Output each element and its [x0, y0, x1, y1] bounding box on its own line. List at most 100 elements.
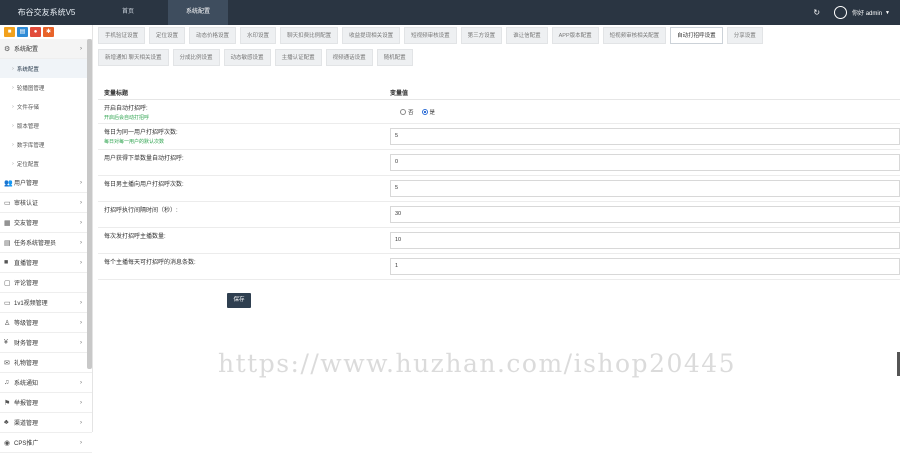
form-row-order-greet: 用户获得下单数量自动打招呼: 0 [98, 150, 900, 176]
sidebar-item-number-lib[interactable]: › 数字库管理 [0, 135, 92, 154]
sidebar-section-comments[interactable]: ▢ 评论管理 [0, 273, 92, 293]
chevron-right-icon: › [80, 239, 82, 246]
chart-icon[interactable]: ■ [4, 27, 15, 37]
tab-notify-chat[interactable]: 新增通知 聊天相关设置 [98, 49, 169, 66]
radio-circle[interactable] [400, 108, 406, 115]
yen-icon: ¥ [4, 339, 8, 346]
row-label: 每次发打招呼主播数量: [104, 234, 166, 240]
gear-icon[interactable]: ✱ [43, 27, 54, 37]
tab-app-version[interactable]: APP版本配置 [551, 27, 599, 44]
tab-auto-greet[interactable]: 自动打招呼设置 [670, 27, 723, 44]
chevron-right-icon: › [80, 319, 82, 326]
sidebar-section-system-config[interactable]: ⚙ 系统配置 › [0, 39, 92, 59]
tab-shortvideo-config[interactable]: 短视频审核相关配置 [602, 27, 667, 44]
chevron-right-icon: › [80, 299, 82, 306]
form-row-anchor-greet: 每日男主播向用户打招呼次数: 5 [98, 176, 900, 202]
flag-icon: ⚑ [4, 399, 11, 407]
sidebar-section-finance[interactable]: ¥ 财务管理 › [0, 333, 92, 353]
tab-location[interactable]: 定位设置 [149, 27, 186, 44]
avatar[interactable] [834, 6, 848, 19]
sidebar-section-cps[interactable]: ◉ CPS推广 › [0, 433, 92, 453]
sidebar-section-level[interactable]: ♙ 等级管理 › [0, 313, 92, 333]
tab-anchor-auth[interactable]: 主播认证配置 [274, 49, 322, 66]
top-nav-system-config[interactable]: 系统配置 [168, 0, 228, 25]
sidebar-section-tasks[interactable]: ▤ 任务系统管理员 › [0, 233, 92, 253]
tab-dynamic-price[interactable]: 动态价格设置 [189, 27, 237, 44]
gift-icon: ✉ [4, 359, 10, 367]
tab-third-party[interactable]: 第三方设置 [460, 27, 503, 44]
tab-withdraw[interactable]: 收益提现相关设置 [342, 27, 401, 44]
chevron-right-icon: › [80, 379, 82, 386]
tab-wechat[interactable]: 谁让信配置 [506, 27, 548, 44]
form-row-anchor-count: 每次发打招呼主播数量: 10 [98, 228, 900, 254]
tab-share[interactable]: 分享设置 [726, 27, 763, 44]
radio-yes[interactable]: 是 [421, 108, 435, 116]
interval-input[interactable]: 30 [390, 206, 900, 223]
user-icon[interactable]: ● [30, 27, 41, 37]
top-nav-home[interactable]: 首页 [98, 0, 158, 25]
chevron-right-icon: › [80, 199, 82, 206]
sidebar-item-system-config[interactable]: › 系统配置 [0, 59, 92, 78]
sidebar-section-live[interactable]: ■ 直播管理 › [0, 253, 92, 273]
app-title: 布谷交友系统V5 [17, 8, 76, 17]
tasks-icon: ▤ [4, 239, 11, 247]
sidebar-section-report[interactable]: ⚑ 举报管理 › [0, 393, 92, 413]
chevron-down-icon[interactable]: ▼ [885, 10, 890, 16]
tab-sensitive[interactable]: 动态敏感设置 [223, 49, 271, 66]
id-card-icon: ▭ [4, 199, 11, 207]
sidebar-item-location[interactable]: › 定位配置 [0, 154, 92, 173]
sidebar-section-1v1[interactable]: ▭ 1v1视频管理 › [0, 293, 92, 313]
tab-row-1: 手机验证设置 定位设置 动态价格设置 水印设置 聊天扣费比例配置 收益提现相关设… [98, 27, 900, 44]
radio-circle[interactable] [421, 108, 428, 115]
row-label: 用户获得下单数量自动打招呼: [104, 156, 184, 162]
config-tabs: 手机验证设置 定位设置 动态价格设置 水印设置 聊天扣费比例配置 收益提现相关设… [98, 27, 900, 71]
sidebar-section-notify[interactable]: ♫ 系统通知 › [0, 373, 92, 393]
sidebar-section-users[interactable]: 👥 用户管理 › [0, 173, 92, 193]
top-bar: 布谷交友系统V5 首页 系统配置 ↻ 你好 admin ▼ [0, 0, 900, 25]
anchor-count-input[interactable]: 10 [390, 232, 900, 249]
order-greet-input[interactable]: 0 [390, 154, 900, 171]
radio-no[interactable]: 否 [400, 108, 414, 116]
header-name: 变量标题 [104, 91, 129, 97]
document-icon[interactable]: ▤ [17, 27, 28, 37]
heart-icon: ▦ [4, 219, 11, 227]
chevron-right-icon: › [80, 179, 82, 186]
chevron-right-icon: › [80, 45, 82, 52]
chevron-right-icon: › [80, 339, 82, 346]
sidebar-item-storage[interactable]: › 文件存储 [0, 97, 92, 116]
header-value: 变量值 [390, 91, 409, 97]
user-name[interactable]: 你好 admin [852, 8, 882, 17]
sidebar-section-label: 系统配置 [14, 47, 39, 53]
tab-shortvideo-audit[interactable]: 短视频审核设置 [404, 27, 457, 44]
tab-row-2: 新增通知 聊天相关设置 分成比例设置 动态敏感设置 主播认证配置 视频通话设置 … [98, 49, 900, 66]
form-header: 变量标题 变量值 [98, 86, 900, 100]
form-row-auto-greet: 开启自动打招呼: 开启后会自动打招呼 否 是 [98, 100, 900, 124]
tab-chat-fee[interactable]: 聊天扣费比例配置 [280, 27, 339, 44]
eye-icon: ◉ [4, 439, 11, 447]
sidebar-item-banner[interactable]: › 轮播图管理 [0, 78, 92, 97]
sidebar-item-version[interactable]: › 版本管理 [0, 116, 92, 135]
tab-watermark[interactable]: 水印设置 [240, 27, 277, 44]
refresh-icon[interactable]: ↻ [813, 8, 820, 17]
sidebar-section-audit[interactable]: ▭ 审核认证 › [0, 193, 92, 213]
camera-icon: ▭ [4, 299, 11, 307]
form-row-daily-greet: 每日为同一用户打招呼次数: 每日对每一用户的默认次数 5 [98, 124, 900, 150]
sidebar-section-channel[interactable]: ♣ 渠道管理 › [0, 413, 92, 433]
top-nav: 首页 系统配置 [98, 0, 238, 25]
message-count-input[interactable]: 1 [390, 258, 900, 275]
tab-commission[interactable]: 分成比例设置 [172, 49, 220, 66]
level-icon: ♙ [4, 319, 11, 327]
sidebar-section-gifts[interactable]: ✉ 礼物管理 [0, 353, 92, 373]
form-row-interval: 打招呼执行间隔时间（秒）: 30 [98, 202, 900, 228]
row-label: 开启自动打招呼: [104, 106, 148, 112]
sidebar-section-dating[interactable]: ▦ 交友管理 › [0, 213, 92, 233]
watermark-text: https://www.huzhan.com/ishop20445 [218, 349, 737, 378]
daily-greet-input[interactable]: 5 [390, 128, 900, 145]
bell-icon: ♫ [4, 379, 10, 386]
tab-phone-verify[interactable]: 手机验证设置 [98, 27, 146, 44]
sidebar-scrollbar[interactable] [87, 39, 92, 369]
tab-random[interactable]: 随机配置 [376, 49, 413, 66]
save-button[interactable]: 保存 [227, 293, 251, 308]
tab-video-call[interactable]: 视频通话设置 [325, 49, 373, 66]
anchor-greet-input[interactable]: 5 [390, 180, 900, 197]
